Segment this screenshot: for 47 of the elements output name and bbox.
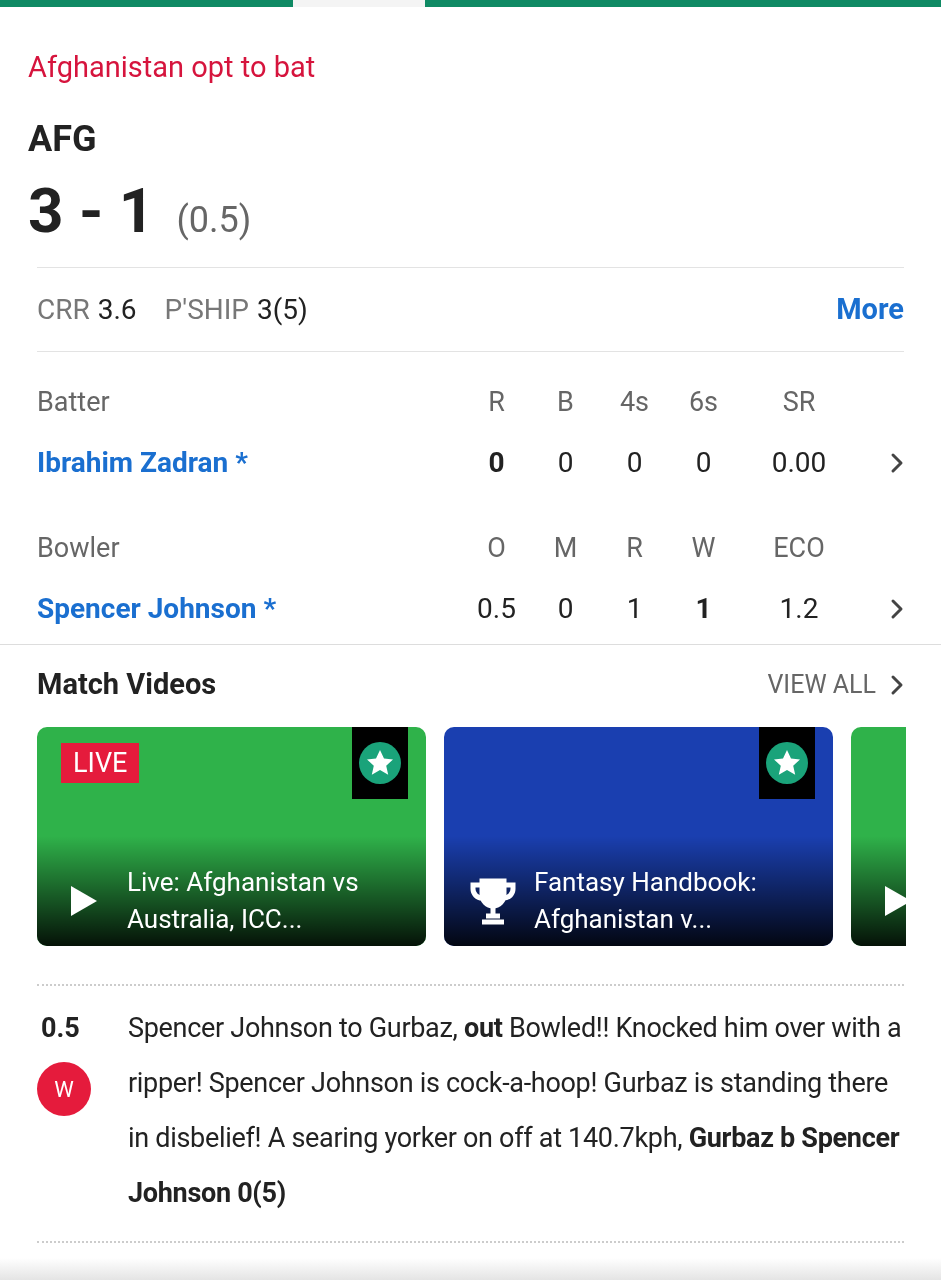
stat-label: P'SHIP	[164, 291, 250, 328]
column-header: R	[625, 530, 644, 566]
column-header: ECO	[772, 530, 826, 566]
column-header: SR	[781, 384, 817, 420]
trophy-icon	[468, 876, 518, 926]
stat-value: 3.6	[97, 291, 137, 328]
video-card[interactable]: Fantasy Handbook: Afghanistan v...	[444, 727, 833, 946]
section-title: Match Videos	[37, 666, 218, 704]
team-name: AFG	[28, 117, 98, 161]
play-icon	[883, 884, 906, 918]
bowler-name[interactable]: Spencer Johnson *	[37, 588, 462, 630]
stat-cell-text: 0	[625, 445, 644, 481]
column-header: W	[690, 530, 717, 566]
column-header: M	[552, 530, 579, 566]
chevron-right-icon	[890, 674, 904, 696]
stat-cell-text: 1	[694, 591, 713, 627]
video-card[interactable]: LIVE Live: Afghanistan vs Australia, ICC...	[37, 727, 426, 946]
toss-result: Afghanistan opt to bat	[28, 49, 317, 85]
column-header: B	[556, 384, 575, 420]
column-header: Bowler	[37, 530, 121, 566]
stat-cell-text: 0	[556, 445, 575, 481]
more-link[interactable]: More	[836, 287, 904, 332]
column-header: 4s	[618, 384, 651, 420]
score: 3 - 1	[28, 175, 155, 247]
stat-cell-text: 0	[487, 445, 506, 481]
commentary-text: Spencer Johnson to Gurbaz, out Bowled!! Knocked him over with a ripper! Spencer Johnson is cock-a-hoop! Gurbaz is standing there in disbelief! A searing yorker on off at 140.7kph, Gurbaz b Spencer Johnson 0(5)	[128, 1011, 903, 1211]
column-header: Batter	[37, 384, 111, 420]
play-icon	[69, 884, 99, 918]
stat-cell-text: 1	[625, 591, 644, 627]
stat-cell-text: 1.2	[778, 591, 820, 627]
over-number: 0.5	[40, 1011, 80, 1046]
column-header: O	[486, 530, 507, 566]
stat-cell-text: 0	[556, 591, 575, 627]
wicket-badge: W	[37, 1062, 91, 1116]
overs: (0.5)	[176, 198, 252, 243]
stat-value: 3(5)	[257, 291, 308, 328]
column-header: R	[487, 384, 506, 420]
stat-cell-text: 0.00	[770, 445, 828, 481]
chevron-right-icon[interactable]	[890, 452, 904, 474]
live-badge: LIVE	[61, 743, 140, 783]
batter-name[interactable]: Ibrahim Zadran *	[37, 442, 462, 484]
view-all-link[interactable]: VIEW ALL	[767, 666, 904, 704]
stat-cell-text: 0	[694, 445, 713, 481]
stat-cell-text: 0.5	[476, 591, 517, 627]
column-header: 6s	[687, 384, 720, 420]
chevron-right-icon[interactable]	[890, 598, 904, 620]
stat-label: CRR	[37, 291, 90, 328]
